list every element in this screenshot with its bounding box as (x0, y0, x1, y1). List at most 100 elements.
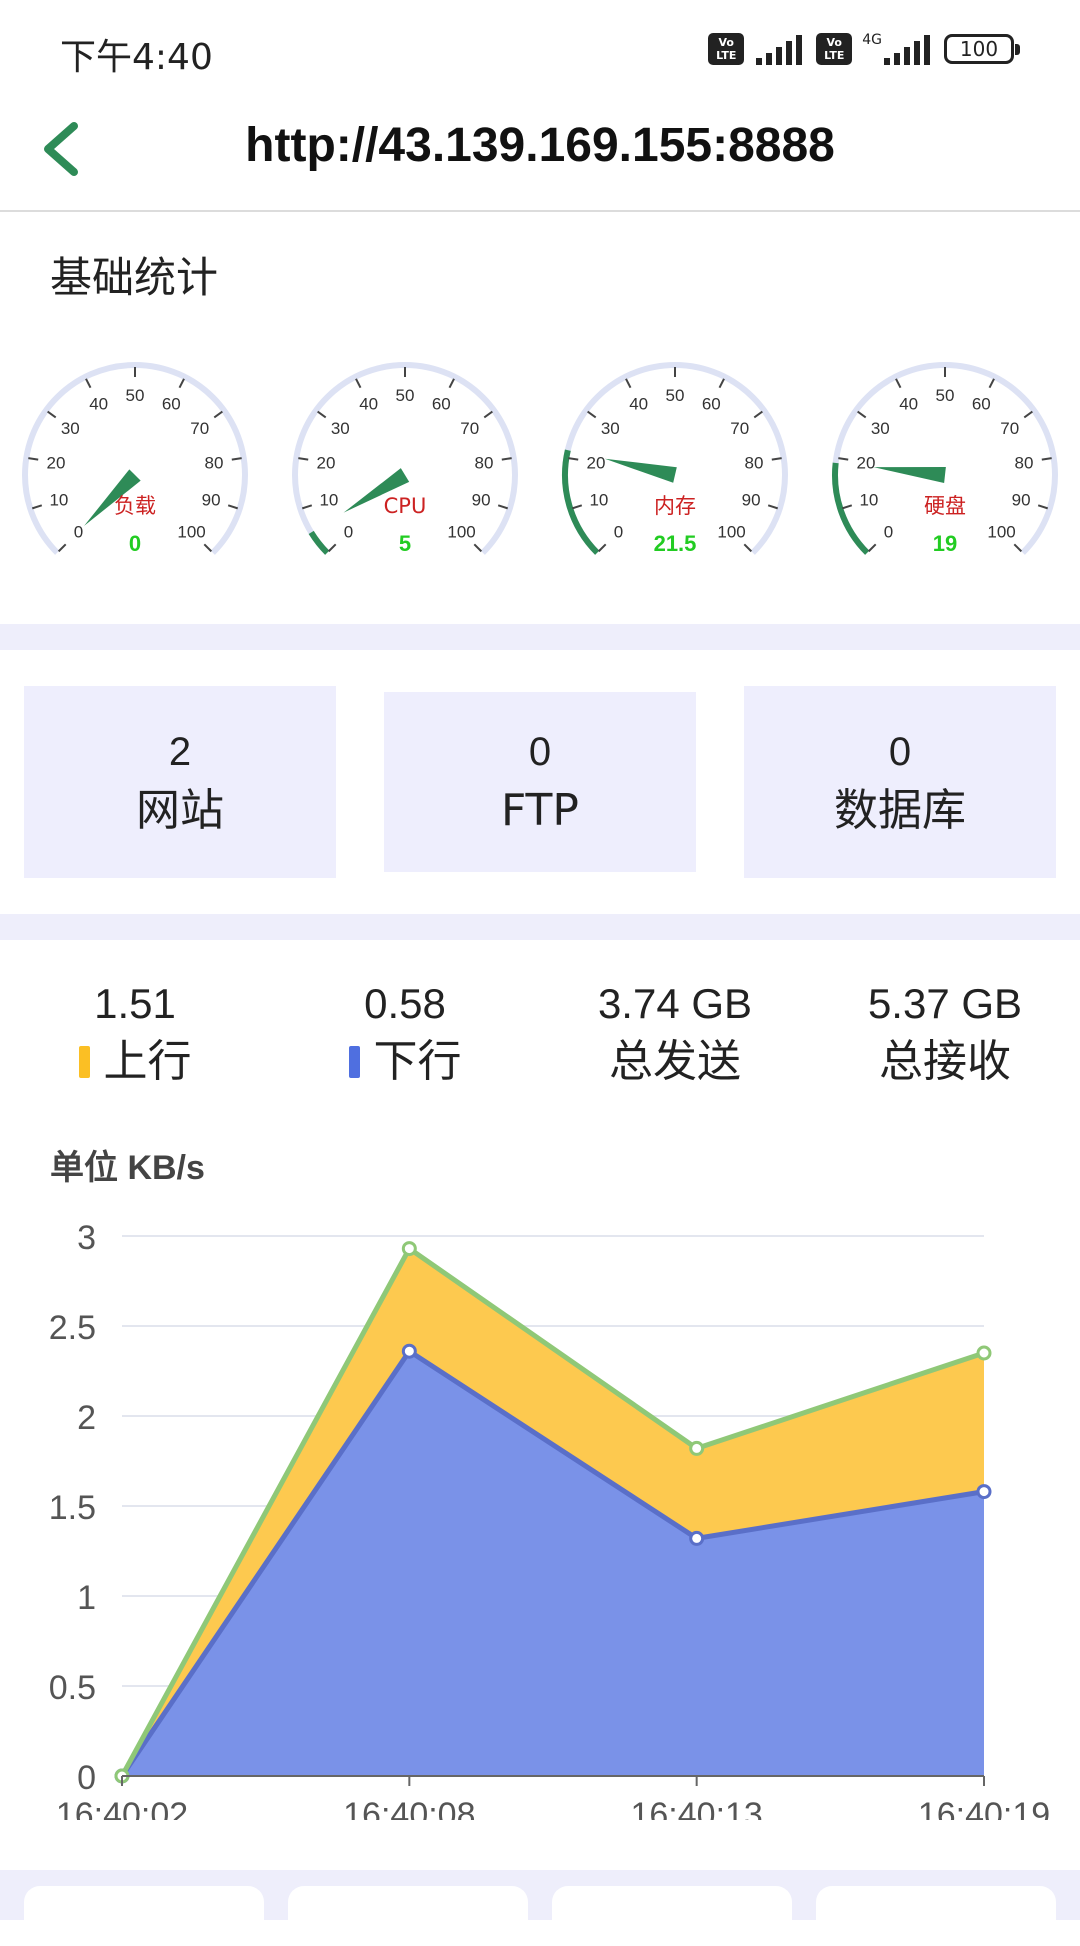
gauge-tick-label: 80 (1015, 453, 1034, 472)
gauge-value: 0 (129, 531, 141, 556)
chart-y-tick-label: 3 (77, 1219, 96, 1257)
traffic-upstream: 1.51 上行 (0, 978, 270, 1094)
gauge-tick-label: 10 (859, 491, 878, 510)
chart-y-tick-label: 1 (77, 1579, 96, 1617)
chart-x-tick-label: 16:40:08 (343, 1796, 475, 1820)
chart-y-tick-label: 2.5 (49, 1309, 96, 1347)
gauge-tick (473, 543, 483, 553)
chart-y-tick-label: 2 (77, 1399, 96, 1437)
count-value: 2 (168, 730, 192, 774)
gauge-tick-label: 60 (162, 395, 181, 414)
gauge-tick-label: 50 (666, 386, 685, 405)
gauge-dial: 0 10 20 30 40 50 60 70 80 90 100 负载 0 (22, 362, 248, 556)
count-label: FTP (501, 785, 579, 836)
gauge-tick (838, 457, 849, 461)
gauge-tick (483, 410, 493, 419)
chart-x-tick-label: 16:40:02 (56, 1796, 188, 1820)
gauge-tick-label: 0 (344, 523, 353, 542)
page-title: http://43.139.169.155:8888 (245, 119, 835, 172)
gauge-tick-label: 80 (745, 453, 764, 472)
traffic-label: 上行 (103, 1036, 192, 1087)
traffic-value: 3.74 GB (597, 980, 753, 1027)
downstream-point (976, 1484, 992, 1500)
gauge-tick-label: 90 (472, 491, 491, 510)
gauge-tick-label: 50 (936, 386, 955, 405)
downstream-point (689, 1530, 705, 1546)
gauge-tick-label: 60 (972, 395, 991, 414)
gauge-tick (448, 378, 455, 389)
downstream-legend-swatch (348, 1046, 360, 1078)
gauge-progress-arc (308, 530, 330, 555)
gauge-tick-label: 10 (319, 491, 338, 510)
gauge-tick-label: 50 (126, 386, 145, 405)
bottom-nav-item-3[interactable] (552, 1886, 792, 1946)
traffic-area-chart: 0 0.5 1 1.5 2 2.5 3 16:40:02 16:40:08 16:40:13 16:… (49, 1219, 1050, 1820)
gauge-tick (47, 410, 57, 419)
gauge-tick (587, 410, 597, 419)
section-divider-2 (0, 914, 1080, 940)
traffic-downstream: 0.58 下行 (270, 978, 540, 1094)
gauge-tick (57, 543, 67, 553)
count-value: 0 (888, 730, 912, 774)
gauge-needle (873, 467, 946, 483)
gauge-tick (841, 504, 853, 510)
gauge-tick (988, 378, 995, 389)
volte-icon: Vo LTE (708, 33, 745, 65)
gauge-tick (28, 457, 39, 461)
network-type: 4G (862, 32, 882, 48)
gauge-tick (31, 504, 43, 510)
gauge-tick (771, 457, 782, 461)
gauge-tick-label: 20 (857, 453, 876, 472)
bottom-nav-item-4[interactable] (816, 1886, 1056, 1946)
gauge-memory: 0 10 20 30 40 50 60 70 80 90 100 内存 21.5 (540, 340, 810, 580)
gauge-tick (895, 378, 902, 389)
traffic-label: 总接收 (879, 1036, 1011, 1087)
traffic-value: 1.51 (94, 980, 176, 1027)
downstream-point (401, 1343, 417, 1359)
gauge-label: 负载 (114, 494, 156, 518)
chart-y-tick-label: 1.5 (49, 1489, 96, 1527)
upstream-point (401, 1241, 417, 1257)
section-title-basic-stats: 基础统计 (50, 253, 219, 302)
traffic-label: 下行 (373, 1036, 462, 1087)
battery-icon: 100 (944, 34, 1020, 64)
gauge-disk: 0 10 20 30 40 50 60 70 80 90 100 硬盘 19 (810, 340, 1080, 580)
status-bar: 下午4:40 Vo LTE Vo LTE 4G 100 (0, 0, 1080, 100)
gauge-tick-label: 40 (899, 395, 918, 414)
count-card-ftp[interactable]: 0 FTP (384, 692, 696, 872)
gauge-load: 0 10 20 30 40 50 60 70 80 90 100 负载 0 (0, 340, 270, 580)
gauge-tick (597, 543, 607, 553)
gauge-tick-label: 90 (1012, 491, 1031, 510)
gauge-value: 5 (399, 531, 411, 556)
gauge-tick (85, 378, 92, 389)
bottom-nav (0, 1870, 1080, 1946)
count-label: 网站 (136, 785, 224, 836)
chart-y-tick-label: 0.5 (49, 1669, 96, 1707)
gauge-tick (355, 378, 362, 389)
count-card-databases[interactable]: 0 数据库 (744, 686, 1056, 878)
bottom-nav-item-2[interactable] (288, 1886, 528, 1946)
gauge-tick-label: 100 (987, 523, 1015, 542)
gauge-tick-label: 80 (475, 453, 494, 472)
traffic-value: 0.58 (364, 980, 446, 1027)
gauge-tick (317, 410, 327, 419)
gauge-tick (227, 504, 239, 510)
traffic-label: 总发送 (609, 1036, 741, 1087)
gauge-cpu: 0 10 20 30 40 50 60 70 80 90 100 CPU 5 (270, 340, 540, 580)
gauge-dial: 0 10 20 30 40 50 60 70 80 90 100 硬盘 19 (832, 362, 1058, 556)
count-card-websites[interactable]: 2 网站 (24, 686, 336, 878)
status-time: 下午4:40 (60, 37, 213, 78)
gauge-tick-label: 30 (871, 419, 890, 438)
gauge-tick-label: 100 (447, 523, 475, 542)
gauge-tick (571, 504, 583, 510)
gauge-tick-label: 20 (47, 453, 66, 472)
gauge-tick-label: 70 (1000, 419, 1019, 438)
gauge-tick-label: 40 (629, 395, 648, 414)
gauge-tick-label: 70 (730, 419, 749, 438)
gauge-label: 内存 (654, 494, 696, 518)
bottom-nav-item-1[interactable] (24, 1886, 264, 1946)
gauge-tick-label: 60 (432, 395, 451, 414)
gauge-tick (203, 543, 213, 553)
gauge-tick-label: 70 (460, 419, 479, 438)
gauge-tick (178, 378, 185, 389)
